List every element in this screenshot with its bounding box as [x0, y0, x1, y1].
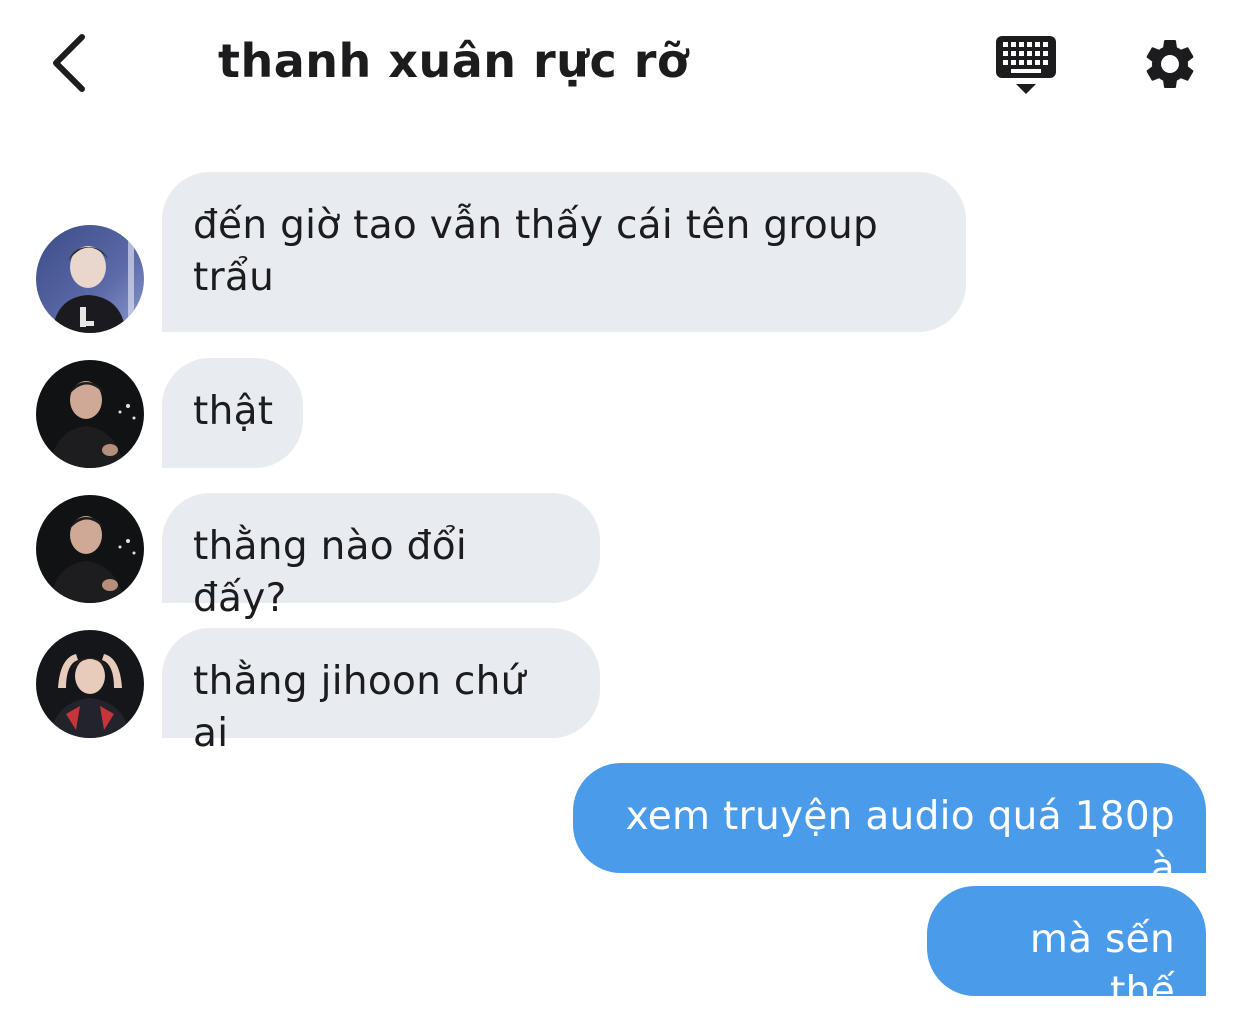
message-bubble-incoming[interactable]: thật — [162, 358, 303, 468]
message-bubble-incoming[interactable]: thằng nào đổi đấy? — [162, 493, 600, 621]
person-photo-icon — [36, 225, 144, 333]
message-list[interactable]: đến giờ tao vẫn thấy cái tên group trẩu … — [0, 0, 1242, 1014]
avatar[interactable] — [36, 360, 144, 468]
message-bubble-outgoing[interactable]: mà sến thế — [927, 886, 1206, 1014]
avatar[interactable] — [36, 225, 144, 333]
person-photo-icon — [36, 495, 144, 603]
message-bubble-incoming[interactable]: thằng jihoon chứ ai — [162, 628, 600, 756]
avatar[interactable] — [36, 495, 144, 603]
person-photo-icon — [36, 630, 144, 738]
message-bubble-incoming[interactable]: đến giờ tao vẫn thấy cái tên group trẩu — [162, 172, 966, 332]
person-photo-icon — [36, 360, 144, 468]
message-bubble-outgoing[interactable]: xem truyện audio quá 180p à — [573, 763, 1206, 891]
avatar[interactable] — [36, 630, 144, 738]
